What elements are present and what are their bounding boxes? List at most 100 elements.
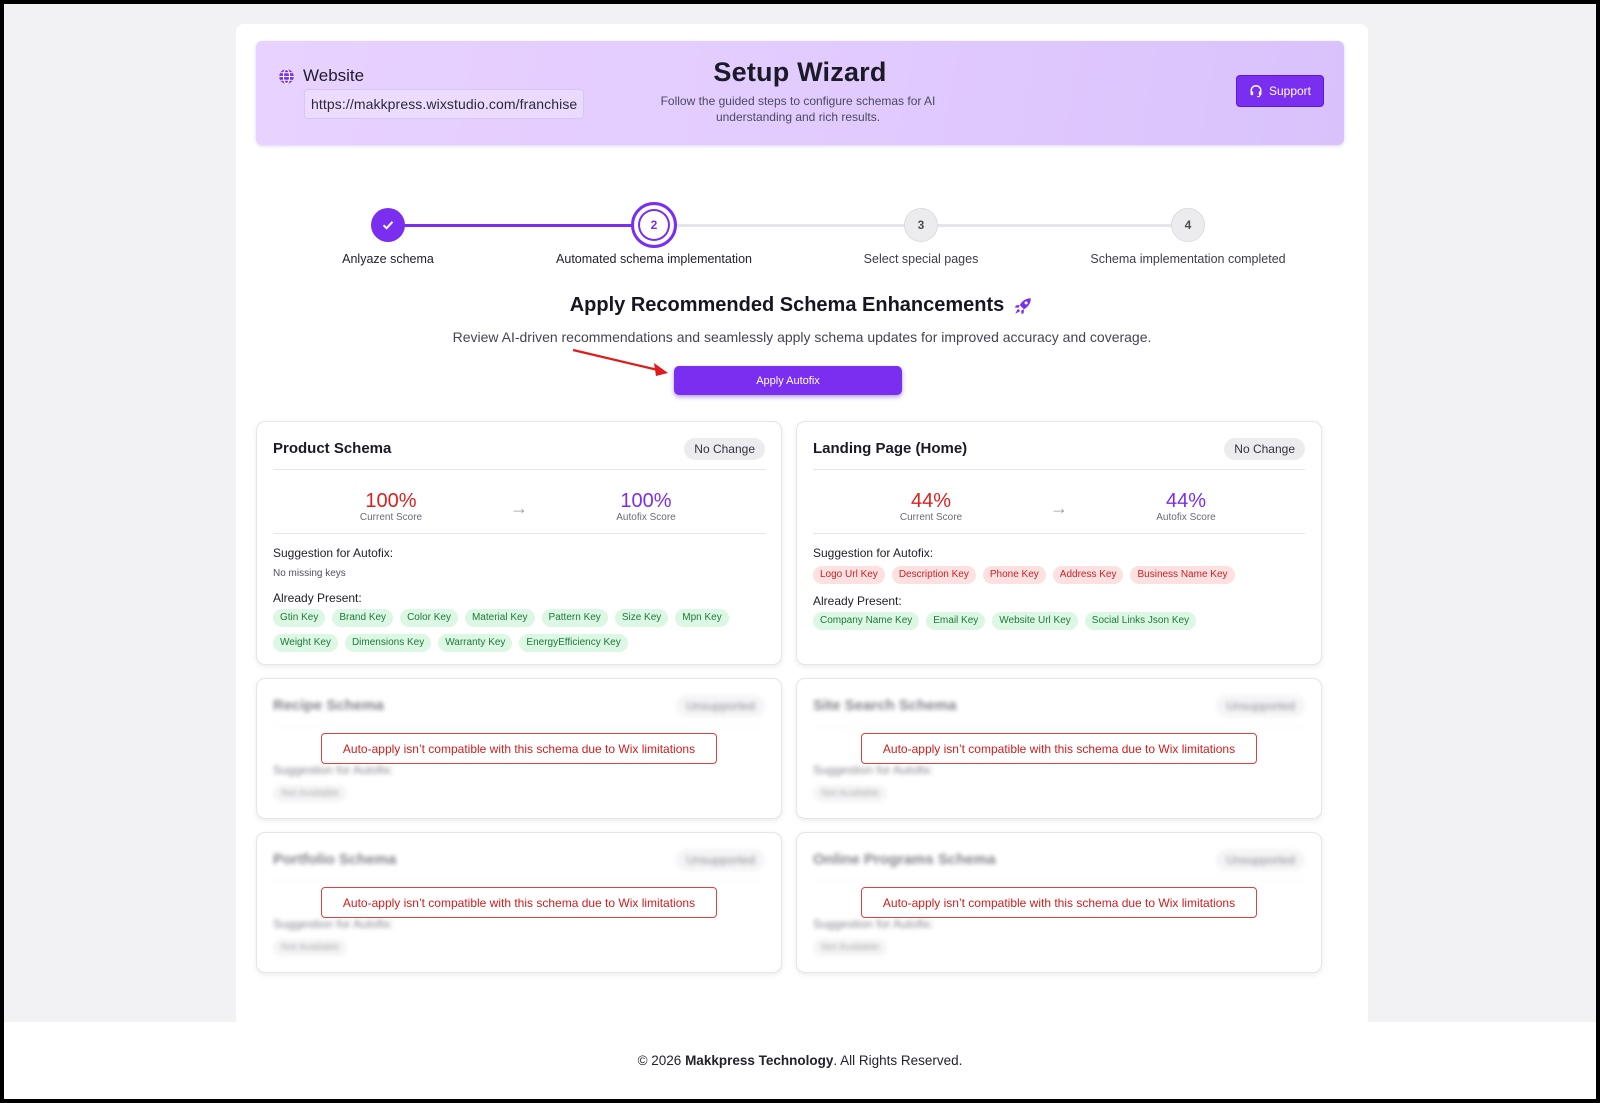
headset-icon [1250,85,1262,98]
unsupported-notice: Auto-apply isn’t compatible with this sc… [861,733,1257,764]
card-title: Recipe Schema [273,697,384,714]
site-url[interactable]: https://makkpress.wixstudio.com/franchis… [304,89,585,119]
check-icon [382,221,394,230]
footer: © 2026 Makkpress Technology . All Rights… [4,1022,1596,1099]
status-badge: Unsupported [676,695,765,717]
autofix-score-label: Autofix Score [616,512,676,523]
suggestion-label: Suggestion for Autofix: [273,917,394,931]
key-chip: Size Key [614,609,669,627]
autofix-score: 44% Autofix Score [1116,490,1256,523]
unsupported-notice: Auto-apply isn’t compatible with this sc… [321,733,717,764]
key-chip: Dimensions Key [344,634,432,652]
suggestion-label: Suggestion for Autofix: [813,763,934,777]
online-programs-schema-card: Online Programs Schema Unsupported Sugge… [796,832,1322,973]
autofix-score-label: Autofix Score [1156,512,1216,523]
annotation-arrow-icon [572,348,668,376]
product-schema-card: Product Schema No Change 100% Current Sc… [256,421,782,665]
page-subtitle: Follow the guided steps to configure sch… [660,94,936,124]
key-chip: Pattern Key [541,609,608,627]
card-header: Recipe Schema Unsupported [273,693,765,727]
card-title: Product Schema [273,440,392,457]
header-banner: Website https://makkpress.wixstudio.com/… [256,41,1344,145]
current-score-label: Current Score [899,512,963,523]
recipe-schema-card: Recipe Schema Unsupported Suggestion for… [256,678,782,819]
unsupported-notice: Auto-apply isn’t compatible with this sc… [861,887,1257,918]
section-title: Apply Recommended Schema Enhancements [236,294,1368,317]
unsupported-notice: Auto-apply isn’t compatible with this sc… [321,887,717,918]
support-label: Support [1268,84,1311,98]
suggestion-label: Suggestion for Autofix: [273,546,394,560]
not-available-pill: Not Available [813,785,888,802]
current-score-value: 44% [910,490,952,512]
step-4-circle: 4 [1171,208,1205,242]
key-chip: Company Name Key [813,612,920,630]
step-2-label: Automated schema implementation [556,252,752,266]
wizard-container: Website https://makkpress.wixstudio.com/… [236,24,1368,1026]
autofix-score-value: 44% [1165,490,1207,512]
step-3-circle: 3 [904,208,938,242]
status-badge: No Change [1224,438,1305,460]
current-score-label: Current Score [359,512,423,523]
step-4-label: Schema implementation completed [1090,252,1286,266]
suggestion-label: Suggestion for Autofix: [813,546,934,560]
page-title: Setup Wizard [713,57,887,87]
step-3-label: Select special pages [863,252,979,266]
key-chip: Weight Key [273,634,338,652]
app-frame: Website https://makkpress.wixstudio.com/… [4,4,1596,1099]
key-chip: Brand Key [332,609,394,627]
key-chip: Email Key [926,612,986,630]
portfolio-schema-card: Portfolio Schema Unsupported Suggestion … [256,832,782,973]
autofix-score-value: 100% [620,490,672,512]
card-title: Portfolio Schema [273,851,397,868]
score-row: 44% Current Score → 44% Autofix Score [813,478,1305,534]
key-chip: Description Key [891,566,976,584]
footer-company: Makkpress Technology [685,1053,834,1068]
current-score: 100% Current Score [321,490,461,523]
present-keys-list: Gtin Key Brand Key Color Key Material Ke… [273,609,741,652]
stepper-track-done [388,224,654,227]
no-missing-keys-text: No missing keys [273,568,346,579]
missing-keys-list: Logo Url Key Description Key Phone Key A… [813,566,1305,584]
card-header: Online Programs Schema Unsupported [813,847,1305,881]
step-2-circle: 2 [631,202,677,248]
stepper: Anlyaze schema 2 Automated schema implem… [236,174,1368,274]
current-score-value: 100% [365,490,417,512]
current-score: 44% Current Score [861,490,1001,523]
arrow-right-icon: → [510,498,528,518]
step-1-label: Anlyaze schema [342,252,434,266]
key-chip: Address Key [1052,566,1124,584]
status-badge: Unsupported [676,849,765,871]
card-header: Landing Page (Home) No Change [813,436,1305,470]
autofix-score: 100% Autofix Score [576,490,716,523]
footer-prefix: © 2026 [637,1053,686,1068]
section-subtitle: Review AI-driven recommendations and sea… [452,329,1152,345]
key-chip: Social Links Json Key [1084,612,1197,630]
score-row: 100% Current Score → 100% Autofix Score [273,478,765,534]
key-chip: Business Name Key [1130,566,1235,584]
not-available-pill: Not Available [273,785,348,802]
footer-suffix: . All Rights Reserved. [833,1053,963,1068]
key-chip: EnergyEfficiency Key [519,634,628,652]
rocket-icon [1015,297,1032,314]
status-badge: Unsupported [1216,849,1305,871]
key-chip: Warranty Key [438,634,513,652]
landing-page-card: Landing Page (Home) No Change 44% Curren… [796,421,1322,665]
status-badge: Unsupported [1216,695,1305,717]
card-header: Portfolio Schema Unsupported [273,847,765,881]
suggestion-label: Suggestion for Autofix: [813,917,934,931]
key-chip: Logo Url Key [813,566,885,584]
card-title: Site Search Schema [813,697,957,714]
card-header: Product Schema No Change [273,436,765,470]
already-present-label: Already Present: [813,594,902,608]
apply-autofix-button[interactable]: Apply Autofix [674,366,902,395]
key-chip: Material Key [464,609,535,627]
card-title: Landing Page (Home) [813,440,968,457]
already-present-label: Already Present: [273,591,362,605]
arrow-right-icon: → [1050,498,1068,518]
section-title-text: Apply Recommended Schema Enhancements [569,294,1005,316]
key-chip: Color Key [400,609,458,627]
suggestion-label: Suggestion for Autofix: [273,763,394,777]
not-available-pill: Not Available [813,939,888,956]
support-button[interactable]: Support [1235,75,1324,107]
card-title: Online Programs Schema [813,851,996,868]
